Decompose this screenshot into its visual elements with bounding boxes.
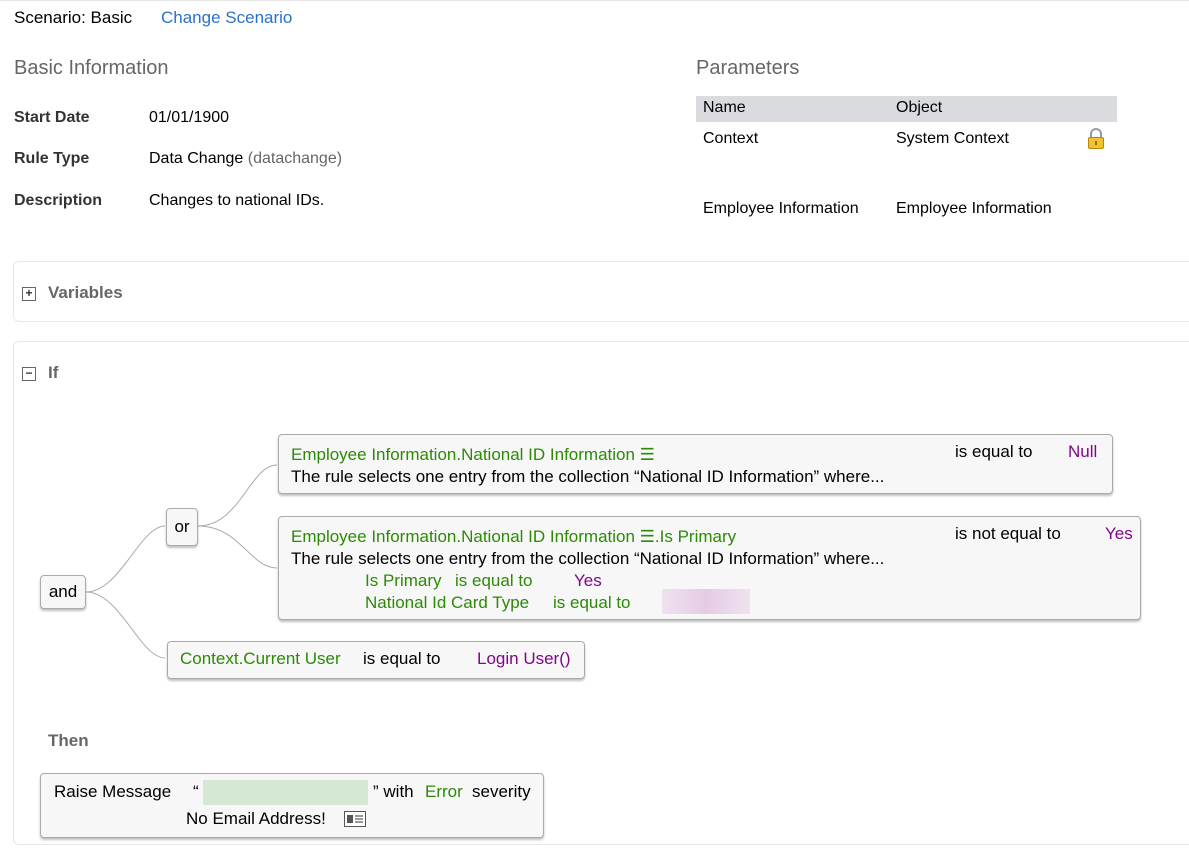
sub-condition-2-operator[interactable]: is equal to: [553, 592, 631, 614]
connector-or-cond1: [197, 464, 278, 527]
condition-1-node[interactable]: Employee Information.National ID Informa…: [278, 434, 1113, 494]
condition-tree-connectors: [85, 464, 278, 659]
open-quote: “: [193, 782, 199, 801]
sub-condition-2-value-redacted[interactable]: [662, 589, 750, 614]
connector-and-cond3: [85, 591, 166, 659]
condition-3-operator[interactable]: is equal to: [363, 648, 441, 670]
connector-and-or: [85, 525, 166, 593]
connector-or-cond2: [197, 525, 278, 569]
condition-3-value[interactable]: Login User(): [477, 648, 571, 670]
condition-2-node[interactable]: Employee Information.National ID Informa…: [278, 516, 1141, 620]
or-operator-node[interactable]: or: [166, 508, 198, 546]
and-operator-node[interactable]: and: [40, 575, 86, 609]
condition-1-value[interactable]: Null: [1068, 441, 1097, 463]
condition-3-field[interactable]: Context.Current User: [180, 648, 341, 670]
condition-2-operator[interactable]: is not equal to: [955, 523, 1061, 545]
then-action-node[interactable]: Raise Message “ ” with Error severity No…: [40, 773, 544, 838]
condition-1-description: The rule selects one entry from the coll…: [291, 467, 885, 486]
severity-value[interactable]: Error: [425, 781, 463, 803]
sub-condition-2-field[interactable]: National Id Card Type: [365, 592, 529, 614]
condition-3-node[interactable]: Context.Current User is equal to Login U…: [167, 641, 585, 679]
condition-2-value[interactable]: Yes: [1105, 523, 1133, 545]
sub-condition-1-operator[interactable]: is equal to: [455, 570, 533, 592]
severity-label: severity: [472, 782, 531, 801]
condition-2-field[interactable]: Employee Information.National ID Informa…: [291, 526, 736, 548]
action-raise-message[interactable]: Raise Message: [54, 781, 171, 803]
sub-condition-1-value[interactable]: Yes: [574, 570, 602, 592]
message-text: No Email Address!: [186, 809, 326, 828]
close-quote-with: ” with: [373, 782, 414, 801]
condition-2-description: The rule selects one entry from the coll…: [291, 549, 885, 568]
id-card-icon[interactable]: [344, 811, 367, 827]
sub-condition-1-field[interactable]: Is Primary: [365, 570, 442, 592]
condition-1-operator[interactable]: is equal to: [955, 441, 1033, 463]
then-title: Then: [48, 731, 89, 750]
message-key-redacted[interactable]: [203, 780, 368, 805]
condition-1-field[interactable]: Employee Information.National ID Informa…: [291, 444, 655, 466]
